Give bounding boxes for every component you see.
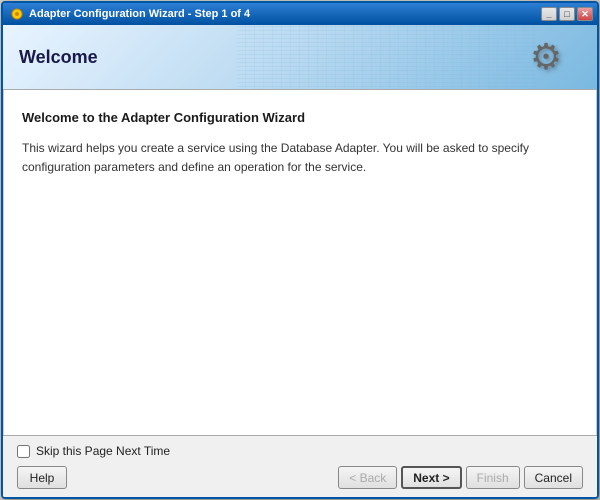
help-button[interactable]: Help	[17, 466, 67, 489]
next-button[interactable]: Next >	[401, 466, 461, 489]
header-banner: Welcome ⚙	[3, 25, 597, 90]
welcome-heading: Welcome to the Adapter Configuration Wiz…	[22, 110, 578, 125]
wizard-window: Adapter Configuration Wizard - Step 1 of…	[1, 1, 599, 499]
finish-button[interactable]: Finish	[466, 466, 520, 489]
welcome-body-text: This wizard helps you create a service u…	[22, 139, 578, 177]
title-bar: Adapter Configuration Wizard - Step 1 of…	[3, 3, 597, 25]
footer-area: Skip this Page Next Time Help < Back Nex…	[3, 435, 597, 497]
app-icon	[9, 6, 25, 22]
title-bar-buttons: _ □ ✕	[541, 7, 593, 21]
title-bar-left: Adapter Configuration Wizard - Step 1 of…	[9, 6, 250, 22]
skip-label: Skip this Page Next Time	[36, 444, 170, 458]
skip-checkbox[interactable]	[17, 445, 30, 458]
header-title: Welcome	[19, 47, 98, 68]
header-icon-area: ⚙	[511, 30, 581, 85]
main-body: Welcome to the Adapter Configuration Wiz…	[3, 90, 597, 435]
window-title: Adapter Configuration Wizard - Step 1 of…	[29, 8, 250, 20]
cancel-button[interactable]: Cancel	[524, 466, 583, 489]
gear-icon: ⚙	[530, 36, 562, 78]
button-row: Help < Back Next > Finish Cancel	[17, 466, 583, 489]
maximize-button[interactable]: □	[559, 7, 575, 21]
minimize-button[interactable]: _	[541, 7, 557, 21]
content-area: Welcome ⚙ Welcome to the Adapter Configu…	[3, 25, 597, 497]
back-button[interactable]: < Back	[338, 466, 397, 489]
close-button[interactable]: ✕	[577, 7, 593, 21]
skip-row: Skip this Page Next Time	[17, 444, 583, 458]
